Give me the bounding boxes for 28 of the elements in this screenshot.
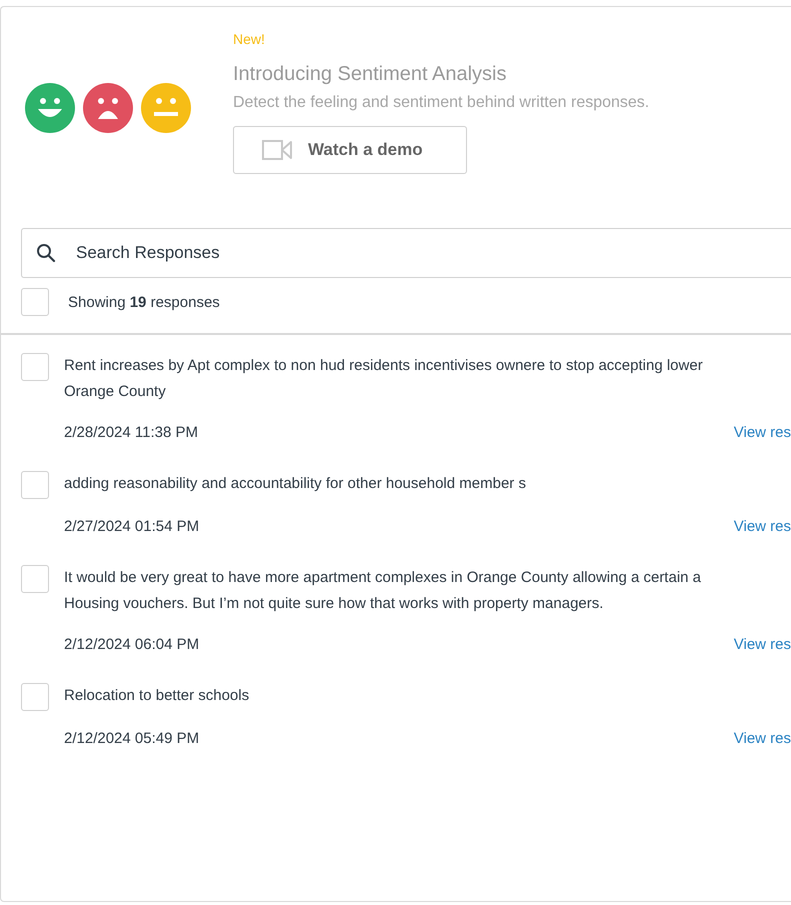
select-all-checkbox[interactable] (21, 288, 49, 316)
view-response-link[interactable]: View res (734, 424, 791, 441)
view-response-link[interactable]: View res (734, 730, 791, 747)
response-checkbox[interactable] (21, 683, 49, 711)
response-checkbox[interactable] (21, 353, 49, 381)
happy-face-icon (25, 82, 75, 132)
promo-description: Detect the feeling and sentiment behind written responses. (233, 94, 650, 112)
search-field[interactable]: Search Responses (21, 228, 791, 278)
response-text: adding reasonability and accountability for other household member s (64, 474, 526, 494)
neutral-face-icon (141, 82, 191, 132)
new-label: New! (233, 31, 265, 47)
promo-title: Introducing Sentiment Analysis (233, 63, 506, 86)
view-response-link[interactable]: View res (734, 636, 791, 653)
response-text: It would be very great to have more apartment complexes in Orange County allowing a certain a Housing vouchers. But I’m not quite sure how that works with property managers. (64, 568, 702, 614)
response-date: 2/28/2024 11:38 PM (64, 424, 198, 441)
video-camera-icon (262, 139, 292, 161)
response-date: 2/12/2024 06:04 PM (64, 636, 200, 653)
view-response-link[interactable]: View res (734, 518, 791, 535)
watch-demo-button[interactable]: Watch a demo (233, 126, 467, 174)
response-text: Relocation to better schools (64, 686, 250, 706)
response-text: Rent increases by Apt complex to non hud residents incentivises ownere to stop accepting lower Orange County (64, 356, 703, 402)
response-count: Showing 19 responses (68, 294, 220, 310)
response-date: 2/12/2024 05:49 PM (64, 730, 200, 747)
response-checkbox[interactable] (21, 565, 49, 593)
sad-face-icon (83, 82, 133, 132)
response-checkbox[interactable] (21, 471, 49, 499)
response-date: 2/27/2024 01:54 PM (64, 518, 200, 535)
search-icon (36, 243, 56, 263)
